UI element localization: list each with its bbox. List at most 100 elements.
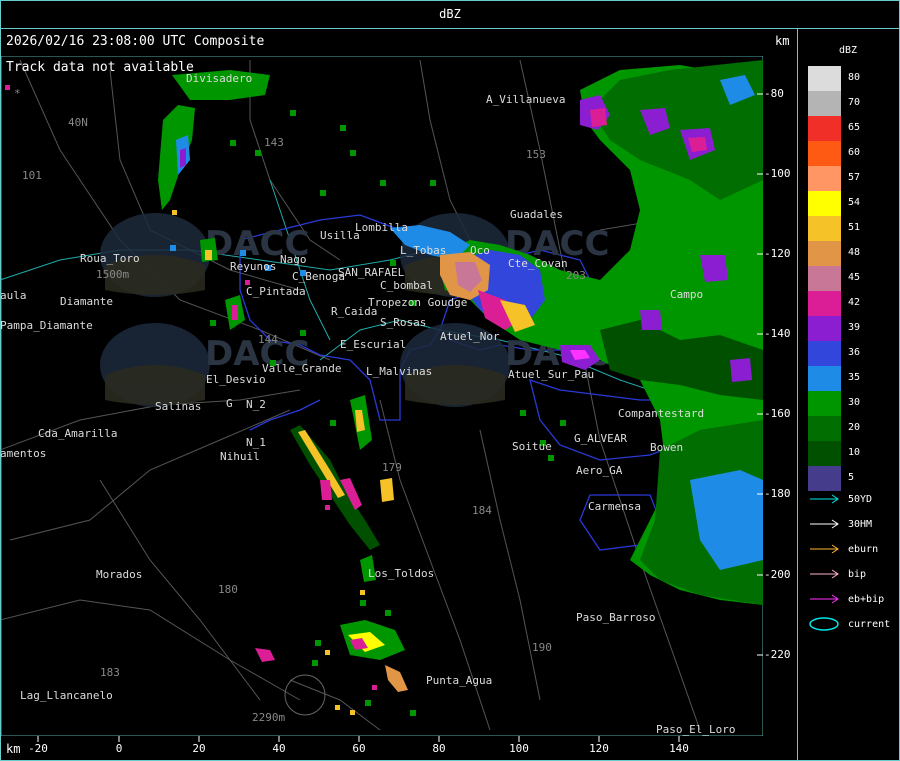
place-label: SAN_RAFAEL [338, 266, 405, 279]
y-tick-label: -220 [764, 648, 791, 661]
legend-swatch [808, 466, 841, 491]
place-label: aula [0, 289, 27, 302]
legend-swatch [808, 341, 841, 366]
track-legend-label: eb+bip [848, 594, 885, 605]
legend-swatch [808, 66, 841, 91]
y-tick-label: -200 [764, 568, 791, 581]
radar-map[interactable]: DACC DACC DACC DACC [0, 0, 900, 761]
x-tick-label: 100 [509, 742, 529, 755]
legend-swatch [808, 141, 841, 166]
legend-label: 65 [848, 122, 861, 133]
place-label: Tropezon Goudge [368, 296, 468, 309]
place-label: Paso_Barroso [576, 611, 656, 624]
place-label: Paso_El_Loro [656, 723, 736, 736]
place-label: Cda_Amarilla [38, 427, 118, 440]
place-label: Roua_Toro [80, 252, 140, 265]
place-label: L_Malvinas [366, 365, 433, 378]
track-legend-item: 30HM [808, 517, 872, 531]
legend-swatch [808, 241, 841, 266]
legend-label: 57 [848, 172, 861, 183]
legend-swatch [808, 416, 841, 441]
legend-row: 60 [808, 141, 898, 166]
x-tick-label: 60 [352, 742, 366, 755]
place-label: 180 [218, 583, 238, 596]
place-label: Salinas [155, 400, 202, 413]
legend-row: 70 [808, 91, 898, 116]
place-label: 190 [532, 641, 552, 654]
place-label: 153 [526, 148, 546, 161]
scattered-echoes [210, 110, 566, 716]
place-label: A_Villanueva [486, 93, 566, 106]
track-legend-label: 30HM [848, 519, 873, 530]
km-unit-top: km [775, 34, 790, 48]
track-legend-item: eb+bip [808, 592, 884, 606]
place-label: G_ALVEAR [574, 432, 627, 445]
legend-label: 80 [848, 72, 861, 83]
track-arrow-icon [810, 494, 839, 504]
legend-label: 35 [848, 372, 861, 383]
legend-label: 45 [848, 272, 861, 283]
place-label: 40N [68, 116, 88, 129]
x-tick-label: 0 [115, 742, 123, 755]
place-label: Reyunos [230, 260, 277, 273]
track-legend-label: current [848, 619, 891, 630]
legend-swatch [808, 441, 841, 466]
place-label: C_bombal [380, 279, 433, 292]
legend-label: 51 [848, 222, 861, 233]
track-arrow-icon [810, 544, 839, 554]
legend-label: 20 [848, 422, 861, 433]
legend-row: 42 [808, 291, 898, 316]
place-label: Soitue [512, 440, 552, 453]
place-label: Oco [470, 244, 490, 257]
place-label: Campo [670, 288, 704, 301]
legend-label: 5 [848, 472, 855, 483]
legend-label: 60 [848, 147, 861, 158]
place-label: Bowen [650, 441, 684, 454]
legend-row: 48 [808, 241, 898, 266]
legend-swatch [808, 116, 841, 141]
track-message: Track data not available [6, 60, 194, 75]
place-label: Atuel_Nor [440, 330, 500, 343]
track-legend-label: eburn [848, 544, 879, 555]
y-tick-label: -120 [764, 247, 791, 260]
y-tick-label: -180 [764, 487, 791, 500]
legend-row: 54 [808, 191, 898, 216]
place-label: Diamante [60, 295, 113, 308]
place-label: Atuel_Sur_Pau [508, 368, 595, 381]
legend-label: 54 [848, 197, 861, 208]
legend-swatch [808, 166, 841, 191]
place-label: Aero_GA [576, 464, 623, 477]
legend-swatch [808, 191, 841, 216]
place-label: 184 [472, 504, 492, 517]
track-legend-item: current [808, 617, 890, 631]
place-label: N_2 [246, 398, 266, 411]
legend-swatch [808, 266, 841, 291]
track-arrow-icon [810, 519, 839, 529]
place-label: E_Escurial [340, 338, 407, 351]
place-label: Divisadero [186, 72, 253, 85]
x-tick-label: 80 [432, 742, 446, 755]
place-label: Morados [96, 568, 143, 581]
legend-row: 35 [808, 366, 898, 391]
legend-row: 10 [808, 441, 898, 466]
legend-swatch [808, 316, 841, 341]
place-label: 1500m [96, 268, 130, 281]
y-tick-label: -80 [764, 87, 784, 100]
place-label: Compantestard [618, 407, 705, 420]
place-label: L_Tobas [400, 244, 447, 257]
x-tick-label: 20 [192, 742, 206, 755]
place-label: Pampa_Diamante [0, 319, 93, 332]
x-tick-label: 140 [669, 742, 689, 755]
legend-label: 70 [848, 97, 861, 108]
track-legend-item: eburn [808, 542, 878, 556]
place-label: 2290m [252, 711, 286, 724]
legend-row: 39 [808, 316, 898, 341]
place-label: Usilla [320, 229, 360, 242]
legend-row: 30 [808, 391, 898, 416]
legend-row: 65 [808, 116, 898, 141]
track-legend-label: 50YD [848, 494, 873, 505]
legend-row: 80 [808, 66, 898, 91]
place-label: Cte_Covan [508, 257, 568, 270]
place-label: * [14, 87, 21, 100]
legend-label: 30 [848, 397, 861, 408]
